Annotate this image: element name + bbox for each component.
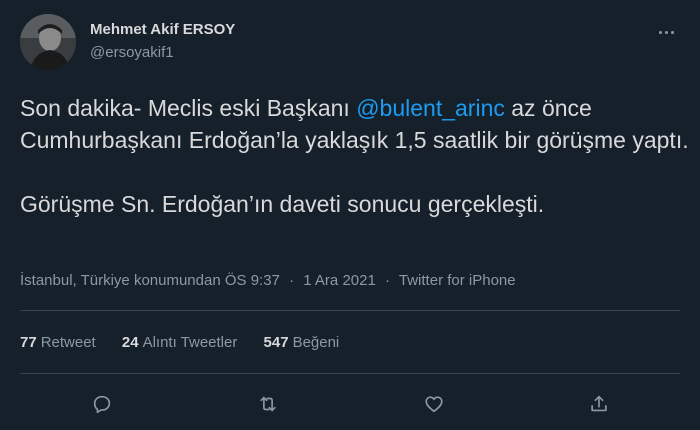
- tweet-source[interactable]: Twitter for iPhone: [399, 272, 516, 289]
- tweet-location: İstanbul, Türkiye konumundan: [20, 272, 221, 289]
- tweet-paragraph-2: Görüşme Sn. Erdoğan’ın daveti sonucu ger…: [20, 191, 545, 217]
- tweet-stats: 77 Retweet 24 Alıntı Tweetler 547 Beğeni: [20, 334, 361, 351]
- meta-separator: ·: [289, 272, 295, 289]
- author-name[interactable]: Mehmet Akif ERSOY: [90, 21, 235, 38]
- avatar-image: [20, 14, 76, 70]
- divider: [20, 310, 680, 311]
- action-bar: [0, 388, 700, 420]
- tweet-meta: İstanbul, Türkiye konumundan ÖS 9:37 · 1…: [20, 272, 516, 289]
- tweet-card: Mehmet Akif ERSOY @ersoyakif1 Son dakika…: [0, 0, 700, 430]
- author-handle[interactable]: @ersoyakif1: [90, 44, 174, 61]
- retweets-stat[interactable]: 77 Retweet: [20, 334, 96, 351]
- quotes-stat[interactable]: 24 Alıntı Tweetler: [122, 334, 237, 351]
- likes-stat[interactable]: 547 Beğeni: [264, 334, 340, 351]
- avatar[interactable]: [20, 14, 76, 70]
- tweet-paragraph-1: Son dakika- Meclis eski Başkanı @bulent_…: [20, 92, 690, 156]
- tweet-date[interactable]: 1 Ara 2021: [303, 272, 376, 289]
- tweet-text: Son dakika- Meclis eski Başkanı @bulent_…: [20, 92, 690, 220]
- reply-icon[interactable]: [86, 388, 118, 420]
- tweet-time[interactable]: ÖS 9:37: [225, 272, 280, 289]
- tweet-text-part-1: Son dakika- Meclis eski Başkanı: [20, 95, 357, 121]
- divider: [20, 373, 680, 374]
- more-icon[interactable]: [654, 20, 678, 44]
- retweet-icon[interactable]: [252, 388, 284, 420]
- meta-separator: ·: [384, 272, 390, 289]
- heart-icon[interactable]: [418, 388, 450, 420]
- mention-link[interactable]: @bulent_arinc: [356, 95, 505, 121]
- share-icon[interactable]: [583, 388, 615, 420]
